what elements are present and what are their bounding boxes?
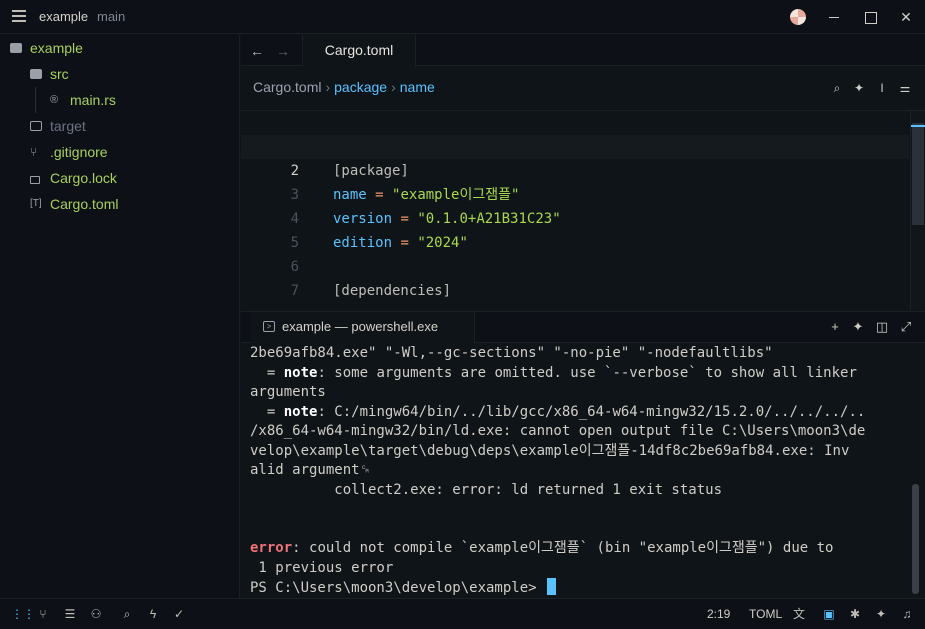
cursor-position[interactable]: 2:19	[707, 607, 730, 621]
tree-item-label: Cargo.lock	[50, 170, 117, 186]
tree-item-main-rs[interactable]: ® main.rs	[0, 87, 240, 113]
terminal-line: alid argument␍	[250, 462, 371, 478]
editor-tab-bar: ← → Cargo.toml	[241, 35, 925, 67]
collab-icon[interactable]: ⚇	[89, 607, 103, 621]
check-icon[interactable]: ✓	[172, 607, 186, 621]
tab-terminal[interactable]: > example — powershell.exe	[251, 312, 475, 344]
scrollbar-thumb[interactable]	[912, 123, 924, 225]
code-line: 6 [dependencies]	[241, 231, 909, 299]
bell-icon[interactable]: ♫	[900, 607, 914, 621]
search-icon[interactable]: ⌕	[120, 607, 134, 621]
tree-item-label: target	[50, 118, 86, 134]
code-line: 1 [package]	[241, 111, 909, 179]
debug-icon[interactable]: ✱	[848, 607, 862, 621]
terminal-prompt[interactable]: PS C:\Users\moon3\develop\example>	[250, 578, 915, 598]
menu-icon[interactable]	[12, 10, 26, 22]
terminal-line: 1 previous error	[250, 559, 394, 576]
translate-icon[interactable]: 文	[792, 607, 806, 621]
tree-item-src[interactable]: src	[0, 61, 240, 87]
terminal-tab-label: example — powershell.exe	[282, 319, 439, 334]
settings-sliders-icon[interactable]: ⚌	[898, 81, 912, 95]
editor-pane: ← → Cargo.toml Cargo.toml › package › name ⌕…	[241, 35, 925, 310]
terminal-tab-bar: > example — powershell.exe + ✦ ◫ ⤢	[241, 312, 925, 344]
terminal-cursor	[547, 578, 557, 595]
terminal-line: = note: C:/mingw64/bin/../lib/gcc/x86_64…	[250, 403, 866, 420]
tree-item-label: src	[50, 66, 69, 82]
terminal-scrollbar[interactable]	[912, 484, 919, 594]
minimize-button[interactable]	[822, 5, 846, 29]
git-branch-icon[interactable]: ⑂	[36, 607, 50, 621]
outline-icon[interactable]: ☰	[63, 607, 77, 621]
rust-file-icon: ®	[50, 94, 59, 106]
tree-item-label: main.rs	[70, 92, 116, 108]
terminal-output[interactable]: 2be69afb84.exe" "-Wl,--gc-sections" "-no…	[250, 344, 915, 598]
terminal-line: = note: some arguments are omitted. use …	[250, 364, 857, 381]
project-name[interactable]: example	[39, 9, 88, 24]
terminal-icon: >	[263, 321, 275, 332]
language-selector[interactable]: TOML	[749, 607, 782, 621]
terminal-line: arguments	[250, 384, 326, 400]
tree-item-cargo-lock[interactable]: Cargo.lock	[0, 165, 240, 191]
git-icon: ⑂	[30, 145, 38, 159]
terminal-toggle-icon[interactable]: ▣	[822, 607, 836, 621]
branch-name[interactable]: main	[97, 9, 125, 24]
terminal-line: /x86_64-w64-mingw32/bin/ld.exe: cannot o…	[250, 423, 866, 439]
tree-item-label: example	[30, 40, 83, 56]
code-line-current: 2 name = "example이그잼플"	[241, 135, 909, 203]
status-bar: ⋮⋮ ⑂ ☰ ⚇ ⌕ ϟ ✓ 2:19 TOML 文 ▣ ✱ ✦ ♫	[0, 598, 925, 629]
project-panel: example src ® main.rs target ⑂ .gitignor…	[0, 35, 240, 598]
breadcrumb: Cargo.toml › package › name	[253, 79, 435, 95]
split-pane-icon[interactable]: ◫	[875, 320, 889, 334]
tree-item-label: Cargo.toml	[50, 196, 119, 212]
text-cursor-icon[interactable]: I	[875, 81, 889, 95]
lightning-icon[interactable]: ϟ	[146, 607, 160, 621]
toml-file-icon: [T]	[30, 198, 42, 209]
line-number: 7	[290, 283, 299, 299]
avatar[interactable]	[790, 9, 806, 25]
code-line: 3 version = "0.1.0+A21B31C23"	[241, 159, 909, 227]
code-line: 7	[241, 255, 909, 299]
folder-open-icon	[10, 43, 22, 53]
terminal-panel: > example — powershell.exe + ✦ ◫ ⤢ 2be69…	[241, 311, 925, 598]
breadcrumb-file[interactable]: Cargo.toml	[253, 79, 321, 95]
breadcrumb-section[interactable]: package	[334, 79, 387, 95]
folder-open-icon	[30, 69, 42, 79]
terminal-line: velop\example\target\debug\deps\example이…	[250, 442, 850, 459]
tab-cargo-toml[interactable]: Cargo.toml	[302, 35, 416, 67]
sparkle-icon[interactable]: ✦	[874, 607, 888, 621]
code-editor[interactable]: 1 [package] 2 name = "example이그잼플" 3 ver…	[241, 111, 909, 309]
folder-icon	[30, 121, 42, 131]
back-arrow-icon[interactable]: ←	[247, 41, 267, 61]
terminal-line: error: could not compile `example이그잼플` (…	[250, 540, 834, 556]
code-line: 4 edition = "2024"	[241, 183, 909, 251]
tree-item-gitignore[interactable]: ⑂ .gitignore	[0, 139, 240, 165]
table-header: [dependencies]	[333, 283, 452, 299]
terminal-line: collect2.exe: error: ld returned 1 exit …	[250, 481, 723, 498]
terminal-line: 2be69afb84.exe" "-Wl,--gc-sections" "-no…	[250, 345, 773, 361]
sparkle-icon[interactable]: ✦	[852, 81, 866, 95]
editor-scrollbar[interactable]	[910, 111, 925, 310]
tree-item-target[interactable]: target	[0, 113, 240, 139]
project-panel-icon[interactable]: ⋮⋮	[11, 607, 35, 621]
maximize-button[interactable]	[858, 5, 882, 29]
cursor-marker	[911, 125, 925, 127]
tree-item-label: .gitignore	[50, 144, 108, 160]
close-button[interactable]: ✕	[894, 5, 918, 29]
search-icon[interactable]: ⌕	[830, 81, 844, 95]
error-label: error	[250, 540, 293, 556]
sparkle-icon[interactable]: ✦	[851, 320, 865, 334]
forward-arrow-icon[interactable]: →	[273, 41, 293, 61]
title-bar: example main ✕	[0, 0, 925, 34]
breadcrumb-key[interactable]: name	[400, 79, 435, 95]
lock-icon	[30, 176, 40, 184]
tree-item-cargo-toml[interactable]: [T] Cargo.toml	[0, 191, 240, 217]
plus-icon[interactable]: +	[828, 320, 842, 334]
tree-item-example[interactable]: example	[0, 35, 240, 61]
code-line: 5	[241, 207, 909, 251]
maximize-panel-icon[interactable]: ⤢	[899, 320, 913, 334]
